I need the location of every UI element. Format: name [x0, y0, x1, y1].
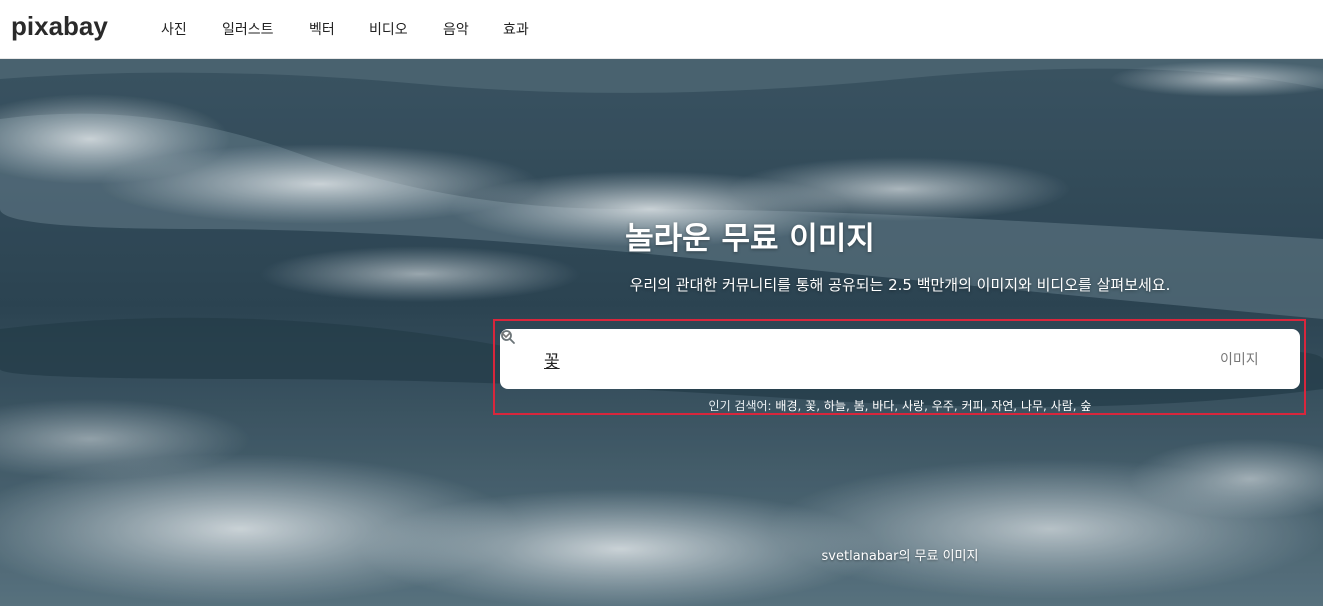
popular-tag[interactable]: 바다 — [872, 399, 894, 413]
image-credit-link[interactable]: svetlanabar의 무료 이미지 — [740, 545, 1060, 564]
nav-item-videos[interactable]: 비디오 — [369, 19, 408, 39]
main-nav: 사진 일러스트 벡터 비디오 음악 효과 — [0, 0, 1323, 59]
nav-item-effects[interactable]: 효과 — [503, 19, 529, 39]
popular-tag[interactable]: 자연 — [991, 399, 1013, 413]
popular-tag[interactable]: 사랑 — [902, 399, 924, 413]
search-bar[interactable]: 이미지 — [500, 329, 1300, 389]
popular-tag[interactable]: 나무 — [1021, 399, 1043, 413]
popular-tag[interactable]: 숲 — [1080, 399, 1091, 413]
popular-tag[interactable]: 하늘 — [824, 399, 846, 413]
popular-tag[interactable]: 꽃 — [805, 399, 816, 413]
hero-subtitle: 우리의 관대한 커뮤니티를 통해 공유되는 2.5 백만개의 이미지와 비디오를… — [629, 276, 1171, 294]
popular-tag[interactable]: 우주 — [932, 399, 954, 413]
nav-item-vectors[interactable]: 벡터 — [309, 19, 335, 39]
hero-title: 놀라운 무료 이미지 — [625, 221, 875, 257]
chevron-down-icon[interactable] — [500, 329, 512, 341]
nav-item-illustrations[interactable]: 일러스트 — [222, 19, 274, 39]
popular-searches-label: 인기 검색어: — [708, 399, 772, 413]
media-type-select[interactable]: 이미지 — [1220, 349, 1259, 369]
top-header: pixabay 사진 일러스트 벡터 비디오 음악 효과 — [0, 0, 1323, 59]
popular-tag[interactable]: 커피 — [961, 399, 983, 413]
popular-tag[interactable]: 사람 — [1051, 399, 1073, 413]
popular-searches: 인기 검색어: 배경, 꽃, 하늘, 봄, 바다, 사랑, 우주, 커피, 자연… — [708, 399, 1092, 413]
nav-item-music[interactable]: 음악 — [443, 19, 469, 39]
popular-tag[interactable]: 배경 — [775, 399, 797, 413]
search-input[interactable] — [544, 343, 1144, 375]
hero-banner: 놀라운 무료 이미지 우리의 관대한 커뮤니티를 통해 공유되는 2.5 백만개… — [0, 59, 1323, 606]
nav-item-photos[interactable]: 사진 — [161, 19, 187, 39]
popular-tag[interactable]: 봄 — [854, 399, 865, 413]
